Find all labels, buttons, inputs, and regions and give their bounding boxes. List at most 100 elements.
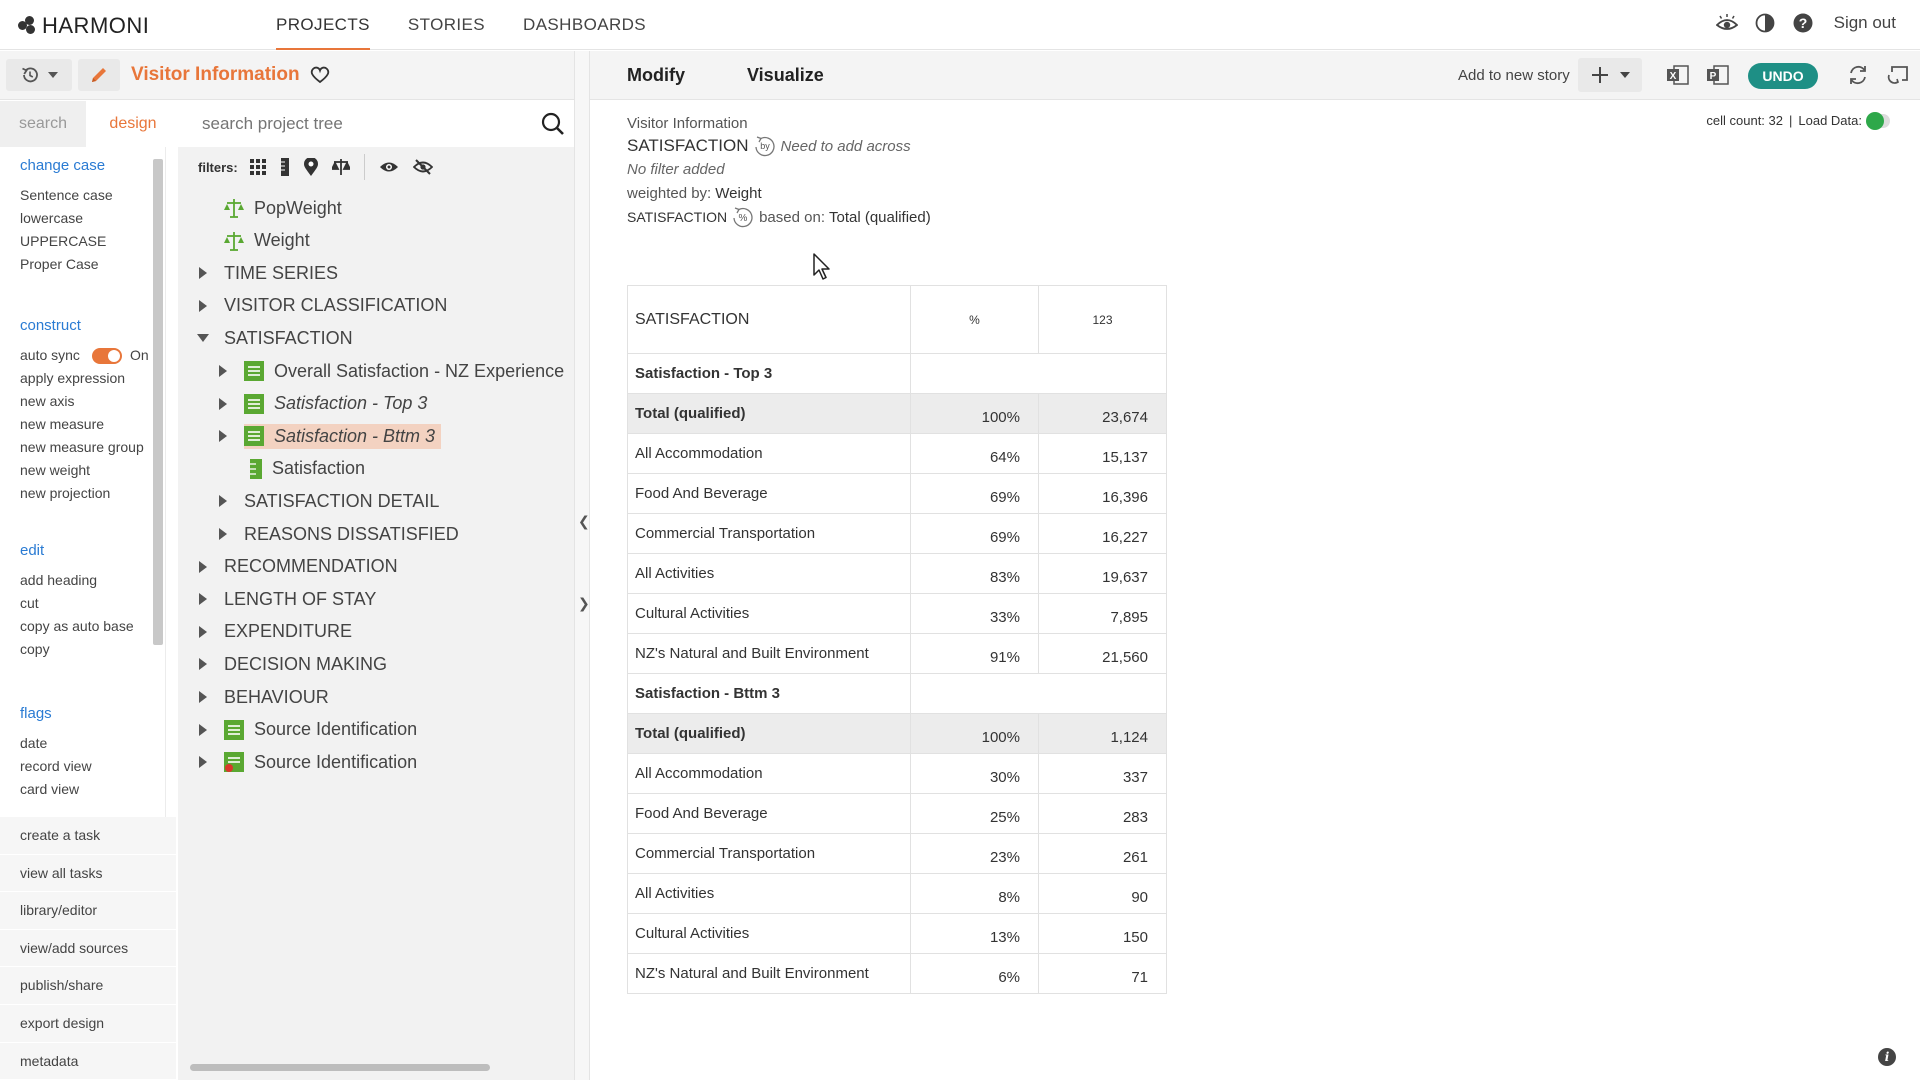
expand-right-icon[interactable]: ❯ bbox=[578, 595, 590, 612]
copy-action[interactable]: copy bbox=[20, 638, 134, 661]
row-label[interactable]: Satisfaction - Top 3 bbox=[627, 353, 911, 394]
nav-stories[interactable]: STORIES bbox=[408, 0, 485, 50]
nav-projects[interactable]: PROJECTS bbox=[276, 0, 370, 50]
cell-percent[interactable]: 64% bbox=[910, 433, 1039, 474]
history-button[interactable] bbox=[6, 59, 72, 91]
view-all-tasks-link[interactable]: view all tasks bbox=[0, 855, 176, 893]
cell-percent[interactable]: 83% bbox=[910, 553, 1039, 594]
cut-action[interactable]: cut bbox=[20, 592, 134, 615]
logo[interactable]: HARMONI bbox=[18, 13, 149, 39]
expand-caret-icon[interactable] bbox=[216, 495, 230, 508]
metadata-link[interactable]: metadata bbox=[0, 1043, 176, 1080]
sign-out-link[interactable]: Sign out bbox=[1834, 13, 1896, 33]
expand-caret-icon[interactable] bbox=[196, 299, 210, 312]
cell-count[interactable]: 283 bbox=[1038, 793, 1167, 834]
by-icon[interactable]: by bbox=[753, 135, 777, 157]
meta-measure[interactable]: SATISFACTION bbox=[627, 136, 749, 156]
expand-caret-icon[interactable] bbox=[196, 691, 210, 703]
expand-caret-icon[interactable] bbox=[216, 365, 230, 377]
table-header-title[interactable]: SATISFACTION bbox=[627, 285, 911, 354]
actions-scrollbar[interactable] bbox=[153, 159, 163, 645]
create-task-link[interactable]: create a task bbox=[0, 817, 176, 855]
date-flag[interactable]: date bbox=[20, 732, 92, 755]
new-projection-action[interactable]: new projection bbox=[20, 482, 149, 505]
search-icon[interactable] bbox=[540, 111, 566, 137]
cell-count[interactable]: 16,396 bbox=[1038, 473, 1167, 514]
view-add-sources-link[interactable]: view/add sources bbox=[0, 930, 176, 968]
cell-count[interactable]: 150 bbox=[1038, 913, 1167, 954]
export-design-link[interactable]: export design bbox=[0, 1005, 176, 1043]
tree-item[interactable]: PopWeight bbox=[196, 192, 342, 224]
tab-visualize[interactable]: Visualize bbox=[747, 65, 824, 86]
lowercase-action[interactable]: lowercase bbox=[20, 207, 113, 230]
cell-count[interactable]: 90 bbox=[1038, 873, 1167, 914]
expand-caret-icon[interactable] bbox=[196, 723, 210, 736]
row-label[interactable]: Commercial Transportation bbox=[627, 513, 911, 554]
cell-percent[interactable]: 25% bbox=[910, 793, 1039, 834]
tab-design[interactable]: design bbox=[90, 101, 176, 147]
proper-case-action[interactable]: Proper Case bbox=[20, 253, 113, 276]
row-label[interactable]: NZ's Natural and Built Environment bbox=[627, 953, 911, 994]
load-data-toggle[interactable] bbox=[1866, 111, 1890, 130]
ruler-filter-icon[interactable] bbox=[280, 158, 290, 176]
edit-heading[interactable]: edit bbox=[20, 542, 134, 559]
tree-item[interactable]: Source Identification bbox=[196, 714, 417, 746]
expand-caret-icon[interactable] bbox=[196, 756, 210, 769]
tree-horizontal-scrollbar[interactable] bbox=[190, 1062, 560, 1072]
undo-button[interactable]: UNDO bbox=[1748, 63, 1818, 89]
tree-item[interactable]: DECISION MAKING bbox=[196, 648, 387, 680]
cell-count[interactable]: 261 bbox=[1038, 833, 1167, 874]
uppercase-action[interactable]: UPPERCASE bbox=[20, 230, 113, 253]
meta-filter[interactable]: No filter added bbox=[627, 161, 725, 178]
record-view-flag[interactable]: record view bbox=[20, 755, 92, 778]
row-label[interactable]: All Accommodation bbox=[627, 753, 911, 794]
scale-filter-icon[interactable] bbox=[331, 158, 350, 176]
tree-item[interactable]: Satisfaction - Bttm 3 bbox=[216, 420, 442, 452]
tree-item[interactable]: Overall Satisfaction - NZ Experience bbox=[216, 355, 564, 387]
expand-caret-icon[interactable] bbox=[196, 658, 210, 671]
expand-caret-icon[interactable] bbox=[216, 528, 230, 540]
cell-percent[interactable]: 91% bbox=[910, 633, 1039, 674]
apply-expression-action[interactable]: apply expression bbox=[20, 367, 149, 390]
meta-by-note[interactable]: Need to add across bbox=[781, 138, 911, 155]
row-label[interactable]: Cultural Activities bbox=[627, 593, 911, 634]
tree-item[interactable]: Satisfaction - Top 3 bbox=[216, 388, 427, 420]
add-to-new-story-label[interactable]: Add to new story bbox=[1458, 67, 1570, 84]
tree-item[interactable]: TIME SERIES bbox=[196, 257, 338, 289]
row-label[interactable]: Total (qualified) bbox=[627, 713, 911, 754]
cell-count[interactable]: 7,895 bbox=[1038, 593, 1167, 634]
meta-based-on-value[interactable]: Total (qualified) bbox=[829, 209, 931, 226]
row-label[interactable]: Cultural Activities bbox=[627, 913, 911, 954]
percent-base-icon[interactable]: % bbox=[731, 206, 755, 228]
tab-search[interactable]: search bbox=[0, 101, 86, 147]
row-label[interactable]: Food And Beverage bbox=[627, 793, 911, 834]
tree-item[interactable]: SATISFACTION DETAIL bbox=[216, 485, 439, 517]
tree-item[interactable]: Satisfaction bbox=[216, 453, 365, 485]
new-measure-action[interactable]: new measure bbox=[20, 413, 149, 436]
contrast-icon[interactable] bbox=[1754, 12, 1776, 34]
add-to-story-button[interactable] bbox=[1578, 58, 1642, 92]
cell-count[interactable]: 23,674 bbox=[1038, 393, 1167, 434]
row-label[interactable]: All Activities bbox=[627, 553, 911, 594]
expand-caret-icon[interactable] bbox=[196, 560, 210, 573]
grid-filter-icon[interactable] bbox=[249, 159, 266, 175]
info-icon[interactable]: i bbox=[1878, 1048, 1896, 1066]
cell-percent[interactable]: 69% bbox=[910, 473, 1039, 514]
expand-caret-icon[interactable] bbox=[196, 593, 210, 606]
cell-percent[interactable]: 13% bbox=[910, 913, 1039, 954]
tree-item[interactable]: REASONS DISSATISFIED bbox=[216, 518, 459, 550]
show-eye-icon[interactable] bbox=[379, 160, 399, 174]
row-label[interactable]: Food And Beverage bbox=[627, 473, 911, 514]
tree-item[interactable]: LENGTH OF STAY bbox=[196, 583, 376, 615]
cell-count[interactable]: 71 bbox=[1038, 953, 1167, 994]
expand-caret-icon[interactable] bbox=[216, 430, 230, 443]
tree-item[interactable]: BEHAVIOUR bbox=[196, 681, 329, 713]
row-label[interactable]: Satisfaction - Bttm 3 bbox=[627, 673, 911, 714]
cell-percent[interactable]: 30% bbox=[910, 753, 1039, 794]
cell-count[interactable]: 337 bbox=[1038, 753, 1167, 794]
edit-project-button[interactable] bbox=[78, 59, 120, 91]
new-weight-action[interactable]: new weight bbox=[20, 459, 149, 482]
cell-count[interactable]: 1,124 bbox=[1038, 713, 1167, 754]
panel-splitter[interactable]: ❮ ❯ bbox=[574, 51, 590, 1080]
map-pin-filter-icon[interactable] bbox=[303, 158, 318, 176]
